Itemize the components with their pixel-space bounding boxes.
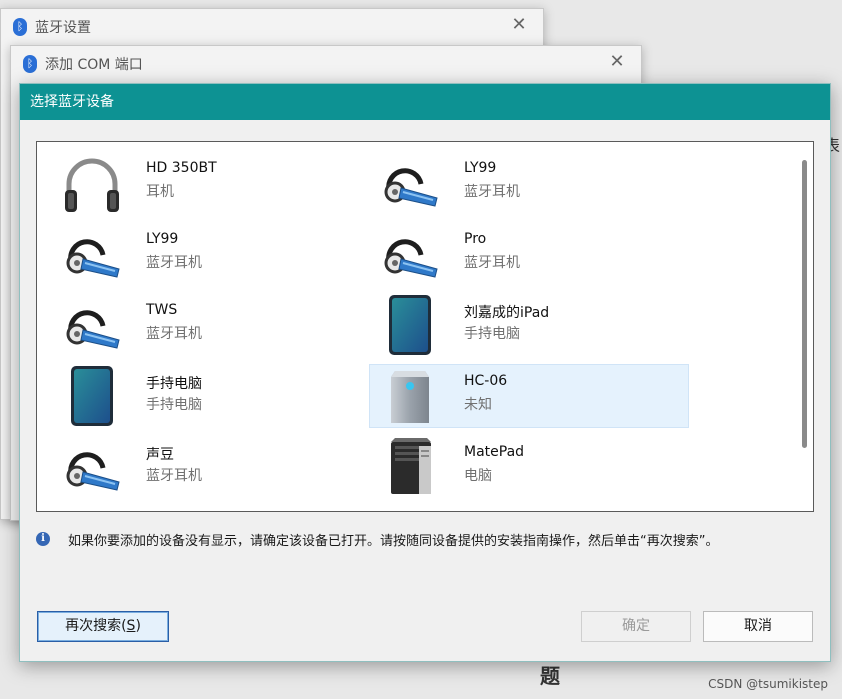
select-bluetooth-device-dialog: 选择蓝牙设备 HD 350BT 耳机 LY99 蓝牙耳机 LY99 蓝牙耳机 Pro 蓝牙耳机…: [19, 83, 831, 662]
add-com-port-close-icon[interactable]: ✕: [607, 52, 627, 72]
device-name: LY99: [146, 231, 179, 247]
device-name: HC-06: [464, 373, 508, 389]
ok-button[interactable]: 确定: [581, 611, 691, 642]
device-name: TWS: [146, 302, 178, 318]
device-item[interactable]: 手持电脑 手持电脑: [57, 365, 375, 427]
device-item[interactable]: MatePad 电脑: [375, 436, 693, 498]
tablet-icon: [375, 294, 445, 356]
device-name: Pro: [464, 231, 487, 247]
bluetooth-icon: ᛒ: [13, 18, 27, 36]
device-name: MatePad: [464, 444, 525, 460]
dialog-titlebar: 选择蓝牙设备: [20, 84, 830, 120]
device-list[interactable]: HD 350BT 耳机 LY99 蓝牙耳机 LY99 蓝牙耳机 Pro 蓝牙耳机 TWS 蓝牙耳机…: [36, 141, 814, 512]
device-name: 手持电脑: [146, 376, 202, 392]
watermark: CSDN @tsumikistep: [708, 677, 828, 691]
info-text: 如果你要添加的设备没有显示，请确定该设备已打开。请按随同设备提供的安装指南操作，…: [68, 534, 719, 549]
device-item[interactable]: 刘嘉成的iPad 手持电脑: [375, 294, 693, 356]
headphones-icon: [57, 152, 127, 214]
info-icon: i: [36, 532, 50, 546]
bluetooth-settings-titlebar: ᛒ 蓝牙设置: [1, 9, 543, 45]
background-peek-text: 题: [540, 664, 560, 688]
device-type: 蓝牙耳机: [464, 255, 520, 271]
unknown-device-icon: [375, 365, 445, 427]
device-item[interactable]: LY99 蓝牙耳机: [375, 152, 693, 214]
device-type: 蓝牙耳机: [146, 468, 202, 484]
device-item[interactable]: TWS 蓝牙耳机: [57, 294, 375, 356]
device-name: 刘嘉成的iPad: [464, 305, 550, 321]
device-type: 手持电脑: [146, 397, 202, 413]
add-com-port-titlebar: ᛒ 添加 COM 端口: [11, 46, 641, 82]
device-type: 蓝牙耳机: [464, 184, 520, 200]
device-name: 声豆: [146, 447, 174, 463]
search-again-button[interactable]: 再次搜索(S): [37, 611, 169, 642]
headset-icon: [57, 294, 127, 356]
cancel-button[interactable]: 取消: [703, 611, 813, 642]
device-type: 手持电脑: [464, 326, 520, 342]
device-type: 电脑: [464, 468, 492, 484]
device-name: HD 350BT: [146, 160, 217, 176]
device-type: 蓝牙耳机: [146, 255, 202, 271]
device-name: LY99: [464, 160, 497, 176]
bluetooth-icon: ᛒ: [23, 55, 37, 73]
device-item[interactable]: Pro 蓝牙耳机: [375, 223, 693, 285]
bluetooth-settings-title: 蓝牙设置: [35, 20, 91, 36]
add-com-port-title: 添加 COM 端口: [45, 57, 143, 73]
device-list-scrollbar[interactable]: [802, 160, 807, 448]
computer-icon: [375, 436, 445, 498]
device-type: 未知: [464, 397, 492, 413]
bluetooth-settings-close-icon[interactable]: ✕: [509, 15, 529, 35]
headset-icon: [57, 223, 127, 285]
device-type: 耳机: [146, 184, 174, 200]
device-item[interactable]: LY99 蓝牙耳机: [57, 223, 375, 285]
tablet-icon: [57, 365, 127, 427]
headset-icon: [57, 436, 127, 498]
device-item[interactable]: HD 350BT 耳机: [57, 152, 375, 214]
dialog-title: 选择蓝牙设备: [30, 94, 114, 110]
device-type: 蓝牙耳机: [146, 326, 202, 342]
headset-icon: [375, 152, 445, 214]
search-again-label: 再次搜索(: [65, 618, 127, 634]
device-item[interactable]: 声豆 蓝牙耳机: [57, 436, 375, 498]
device-item[interactable]: HC-06 未知: [370, 365, 688, 427]
search-again-label-end: ): [135, 618, 141, 634]
headset-icon: [375, 223, 445, 285]
